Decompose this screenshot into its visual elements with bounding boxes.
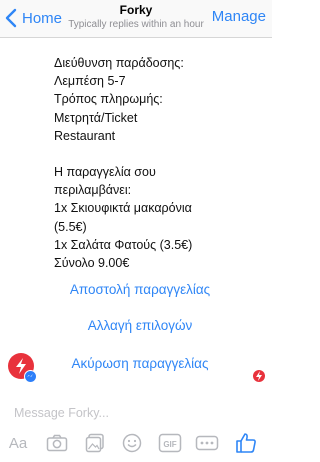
camera-icon[interactable]: [44, 430, 70, 456]
message-composer: Message Forky... Aa GIF: [0, 398, 272, 462]
messenger-badge-icon: [24, 370, 37, 383]
chevron-left-icon: [5, 8, 17, 28]
message-input[interactable]: Message Forky...: [14, 406, 109, 420]
text-format-button[interactable]: Aa: [6, 430, 30, 456]
more-options-icon[interactable]: [193, 430, 221, 456]
manage-button[interactable]: Manage: [212, 8, 266, 25]
conversation-title: Forky: [119, 3, 153, 17]
change-options-button[interactable]: Αλλαγή επιλογών: [40, 318, 240, 333]
back-label: Home: [22, 9, 63, 27]
message-line: Μετρητά/Ticket: [54, 110, 138, 125]
message-line: Η παραγγελία σου: [54, 165, 156, 180]
message-line: Λεμπέση 5-7: [54, 74, 126, 89]
emoji-icon[interactable]: [119, 430, 145, 456]
message-line: 1x Σκιουφικτά μακαρόνια: [54, 201, 192, 216]
message-line: Σύνολο 9.00€: [54, 256, 130, 271]
message-line: 1x Σαλάτα Φατούς (3.5€): [54, 237, 193, 252]
message-line: (5.5€): [54, 219, 87, 234]
gif-icon[interactable]: GIF: [156, 430, 184, 456]
composer-toolbar: Aa GIF: [0, 428, 272, 458]
message-line: Τρόπος πληρωμής:: [54, 92, 163, 107]
message-line: περιλαμβάνει:: [54, 183, 132, 198]
message-line: Restaurant: [54, 128, 116, 143]
seen-avatar-icon: [253, 370, 265, 382]
message-line: Διεύθυνση παράδοσης:: [54, 56, 184, 70]
conversation-header[interactable]: Forky Typically replies within an hour: [64, 3, 208, 31]
like-icon[interactable]: [232, 430, 260, 456]
order-summary-message: Διεύθυνση παράδοσης: Λεμπέση 5-7 Τρόπος …: [54, 54, 254, 272]
cancel-order-button[interactable]: Ακύρωση παραγγελίας: [40, 356, 240, 371]
navigation-bar: Home Forky Typically replies within an h…: [0, 0, 272, 38]
back-button[interactable]: Home: [4, 8, 62, 28]
gallery-icon[interactable]: [82, 430, 108, 456]
gif-label: GIF: [163, 440, 176, 449]
response-time-subtitle: Typically replies within an hour: [68, 19, 204, 30]
send-order-button[interactable]: Αποστολή παραγγελίας: [40, 282, 240, 297]
